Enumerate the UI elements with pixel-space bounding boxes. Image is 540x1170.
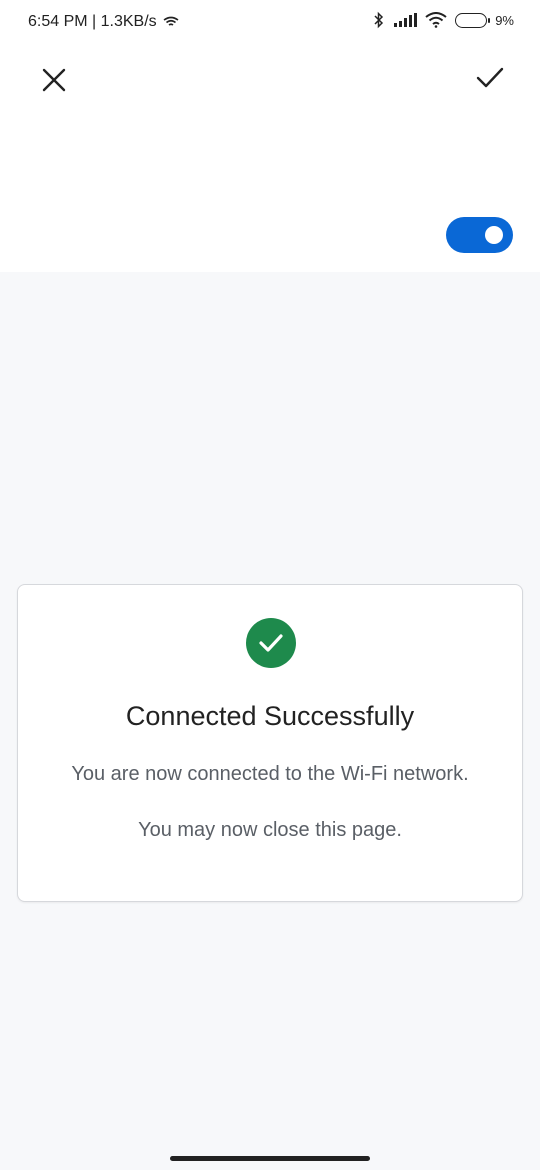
close-button[interactable] bbox=[34, 60, 74, 100]
card-message-connected: You are now connected to the Wi-Fi netwo… bbox=[71, 763, 469, 785]
status-time-network: 6:54 PM | 1.3KB/s bbox=[28, 13, 157, 30]
status-bar: 6:54 PM | 1.3KB/s 9% bbox=[0, 0, 540, 46]
success-card: Connected Successfully You are now conne… bbox=[17, 584, 523, 902]
check-icon bbox=[476, 67, 504, 88]
bluetooth-icon bbox=[374, 11, 384, 29]
wifi-icon bbox=[425, 12, 447, 28]
battery-percent: 9% bbox=[495, 12, 514, 28]
cellular-signal-icon bbox=[394, 13, 418, 27]
status-right: 9% bbox=[372, 11, 514, 29]
toggle-switch[interactable] bbox=[446, 217, 513, 253]
toggle-knob bbox=[485, 226, 503, 244]
wifi-data-icon bbox=[163, 16, 179, 26]
status-left: 6:54 PM | 1.3KB/s bbox=[28, 13, 179, 31]
card-message-close: You may now close this page. bbox=[138, 819, 402, 841]
card-title: Connected Successfully bbox=[125, 701, 415, 731]
battery-icon bbox=[455, 12, 491, 28]
confirm-button[interactable] bbox=[470, 58, 510, 98]
close-icon bbox=[42, 68, 66, 92]
check-circle-icon bbox=[246, 618, 296, 668]
home-indicator[interactable] bbox=[170, 1156, 370, 1161]
